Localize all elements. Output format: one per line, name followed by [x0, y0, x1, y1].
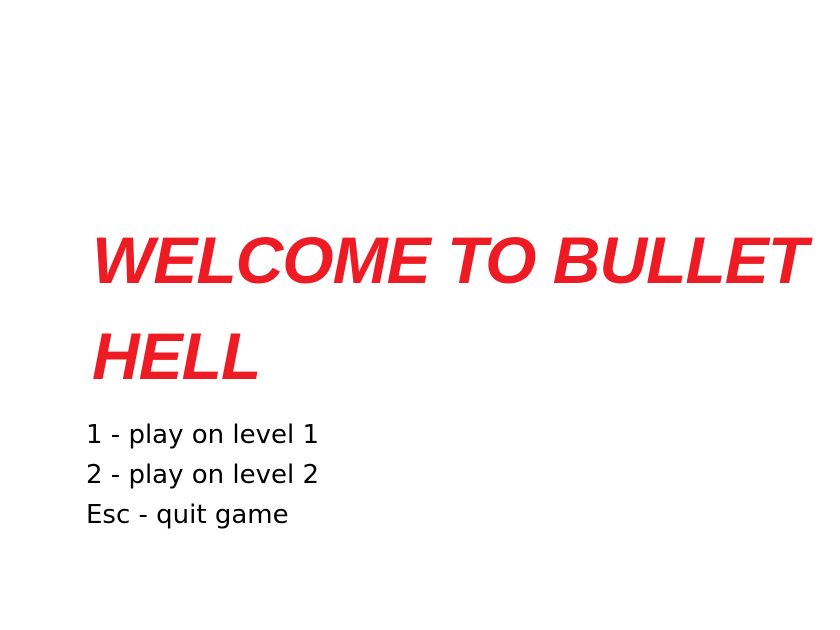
game-title-line-1: WELCOME TO BULLET	[92, 223, 808, 297]
game-menu: 1 - play on level 1 2 - play on level 2 …	[86, 415, 319, 535]
game-start-screen: WELCOME TO BULLET HELL 1 - play on level…	[0, 0, 840, 630]
game-title-line-2: HELL	[92, 319, 261, 393]
game-title: WELCOME TO BULLET HELL	[92, 212, 832, 404]
menu-option-quit[interactable]: Esc - quit game	[86, 495, 319, 535]
menu-option-level-2[interactable]: 2 - play on level 2	[86, 455, 319, 495]
menu-option-level-1[interactable]: 1 - play on level 1	[86, 415, 319, 455]
